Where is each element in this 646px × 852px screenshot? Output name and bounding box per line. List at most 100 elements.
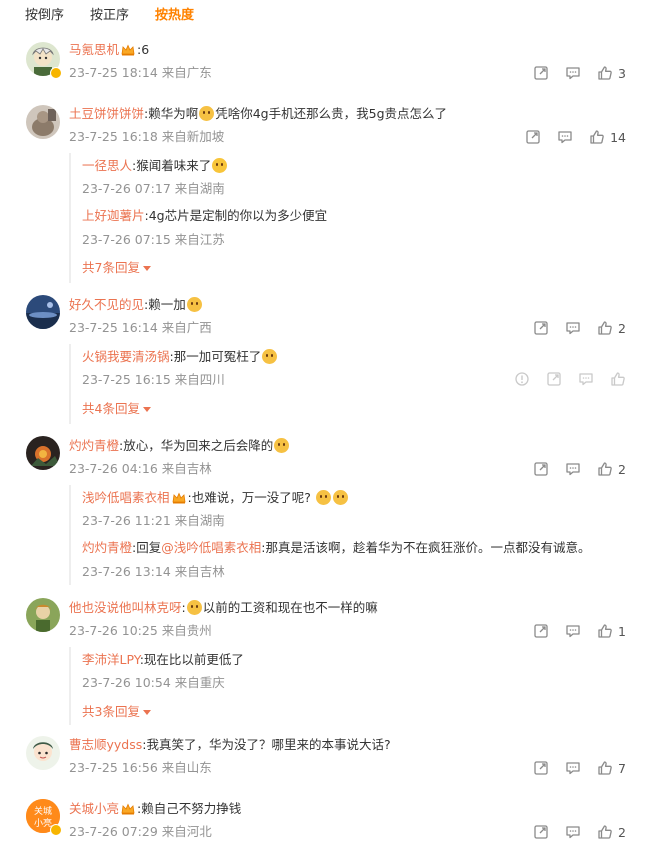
share-icon bbox=[546, 371, 562, 387]
share-button[interactable] bbox=[546, 371, 562, 387]
tab-sort-hot[interactable]: 按热度 bbox=[155, 7, 194, 25]
like-icon bbox=[610, 371, 626, 387]
like-count: 14 bbox=[610, 129, 626, 145]
share-icon bbox=[533, 461, 549, 477]
like-button[interactable]: 14 bbox=[589, 129, 626, 145]
username[interactable]: 灼灼青橙 bbox=[69, 438, 119, 453]
like-button[interactable] bbox=[610, 371, 626, 387]
emoji-icon bbox=[274, 438, 290, 453]
comment-item: 土豆饼饼饼饼:赖华为啊 凭啥你4g手机还那么贵，我5g贵点怎么了 23-7-25 … bbox=[0, 98, 646, 288]
reply-button[interactable] bbox=[565, 760, 581, 776]
comment-icon bbox=[557, 129, 573, 145]
comment-text: :我真笑了，华为没了？哪里来的本事说大话? bbox=[142, 737, 391, 752]
reply-username[interactable]: 一径思人 bbox=[82, 158, 132, 173]
location: 来自新加坡 bbox=[161, 129, 225, 144]
tab-sort-forward[interactable]: 按正序 bbox=[90, 7, 129, 25]
more-replies-link[interactable]: 共4条回复 bbox=[82, 401, 151, 417]
timestamp: 23-7-26 13:14 bbox=[82, 564, 171, 579]
comment-text-cont: 凭啥你4g手机还那么贵，我5g贵点怎么了 bbox=[215, 106, 448, 121]
more-replies-link[interactable]: 共3条回复 bbox=[82, 704, 151, 720]
avatar[interactable] bbox=[26, 736, 60, 770]
like-button[interactable]: 3 bbox=[597, 65, 626, 81]
reply-button[interactable] bbox=[565, 824, 581, 840]
reply-button[interactable] bbox=[557, 129, 573, 145]
reply-text: :4g芯片是定制的你以为多少便宜 bbox=[144, 208, 328, 223]
timestamp: 23-7-25 16:15 bbox=[82, 372, 171, 387]
comment-text: :赖一加 bbox=[144, 297, 186, 312]
comment-icon bbox=[565, 824, 581, 840]
comment-icon bbox=[565, 623, 581, 639]
comment-actions: 2 bbox=[517, 824, 626, 840]
like-count: 3 bbox=[618, 65, 626, 81]
comment-icon bbox=[565, 320, 581, 336]
reply-list: 一径思人:猴闻着味来了 23-7-26 07:17 来自湖南 上好迦薯片:4g芯… bbox=[69, 153, 620, 283]
chevron-down-icon bbox=[142, 407, 151, 412]
timestamp: 23-7-26 04:16 bbox=[69, 461, 158, 476]
comment-item: 马氪思机:6 23-7-25 18:14 来自广东 3 bbox=[0, 34, 646, 94]
share-button[interactable] bbox=[533, 320, 549, 336]
tab-sort-reverse[interactable]: 按倒序 bbox=[25, 7, 64, 25]
like-button[interactable]: 2 bbox=[597, 824, 626, 840]
more-replies-label: 共3条回复 bbox=[82, 704, 140, 719]
avatar[interactable] bbox=[26, 436, 60, 470]
reply-button[interactable] bbox=[565, 623, 581, 639]
comment-item: 他也没说他叫林克呀: 以前的工资和现在也不一样的嘛 23-7-26 10:25 来… bbox=[0, 592, 646, 727]
like-icon bbox=[597, 623, 613, 639]
share-icon bbox=[533, 760, 549, 776]
reply-text: :那一加可冤枉了 bbox=[169, 349, 262, 364]
comment-actions: 3 bbox=[517, 65, 626, 81]
comment-icon bbox=[565, 760, 581, 776]
emoji-icon bbox=[199, 106, 215, 121]
share-button[interactable] bbox=[533, 760, 549, 776]
location: 来自重庆 bbox=[174, 675, 225, 690]
report-button[interactable] bbox=[514, 371, 530, 387]
comment-text: :赖华为啊 bbox=[144, 106, 199, 121]
reply-username[interactable]: 火锅我要清汤锅 bbox=[82, 349, 170, 364]
share-button[interactable] bbox=[533, 623, 549, 639]
like-button[interactable]: 2 bbox=[597, 320, 626, 336]
avatar[interactable] bbox=[26, 295, 60, 329]
share-button[interactable] bbox=[525, 129, 541, 145]
username[interactable]: 好久不见的见 bbox=[69, 297, 144, 312]
location: 来自江苏 bbox=[174, 232, 225, 247]
reply-username[interactable]: 上好迦薯片 bbox=[82, 208, 145, 223]
more-replies-link[interactable]: 共7条回复 bbox=[82, 260, 151, 276]
like-count: 1 bbox=[618, 623, 626, 639]
reply-username[interactable]: 李沛洋LPY bbox=[82, 652, 140, 667]
username[interactable]: 土豆饼饼饼饼 bbox=[69, 106, 144, 121]
avatar[interactable] bbox=[26, 105, 60, 139]
timestamp: 23-7-25 16:18 bbox=[69, 129, 158, 144]
timestamp: 23-7-26 07:29 bbox=[69, 824, 158, 839]
like-icon bbox=[597, 461, 613, 477]
username[interactable]: 马氪思机 bbox=[69, 42, 119, 57]
like-icon bbox=[597, 65, 613, 81]
more-replies-label: 共4条回复 bbox=[82, 401, 140, 416]
reply-button[interactable] bbox=[565, 65, 581, 81]
like-button[interactable]: 2 bbox=[597, 461, 626, 477]
share-button[interactable] bbox=[533, 461, 549, 477]
share-button[interactable] bbox=[533, 824, 549, 840]
reply-username[interactable]: 灼灼青橙 bbox=[82, 540, 132, 555]
like-button[interactable]: 7 bbox=[597, 760, 626, 776]
reply-button[interactable] bbox=[578, 371, 594, 387]
emoji-icon bbox=[212, 158, 228, 173]
mention-link[interactable]: @浅吟低唱素衣相 bbox=[161, 540, 261, 555]
share-icon bbox=[533, 320, 549, 336]
username[interactable]: 关城小亮 bbox=[69, 801, 119, 816]
reply-username[interactable]: 浅吟低唱素衣相 bbox=[82, 490, 170, 505]
share-button[interactable] bbox=[533, 65, 549, 81]
timestamp: 23-7-26 07:17 bbox=[82, 181, 171, 196]
like-count: 2 bbox=[618, 320, 626, 336]
comment-text: :放心，华为回来之后会降的 bbox=[119, 438, 274, 453]
username[interactable]: 他也没说他叫林克呀 bbox=[69, 600, 182, 615]
username[interactable]: 曹志顺yydss bbox=[69, 737, 142, 752]
like-icon bbox=[589, 129, 605, 145]
reply-button[interactable] bbox=[565, 320, 581, 336]
avatar[interactable] bbox=[26, 598, 60, 632]
location: 来自四川 bbox=[174, 372, 225, 387]
like-button[interactable]: 1 bbox=[597, 623, 626, 639]
reply-button[interactable] bbox=[565, 461, 581, 477]
comment-actions: 7 bbox=[517, 760, 626, 776]
more-replies-label: 共7条回复 bbox=[82, 260, 140, 275]
location: 来自山东 bbox=[161, 760, 212, 775]
